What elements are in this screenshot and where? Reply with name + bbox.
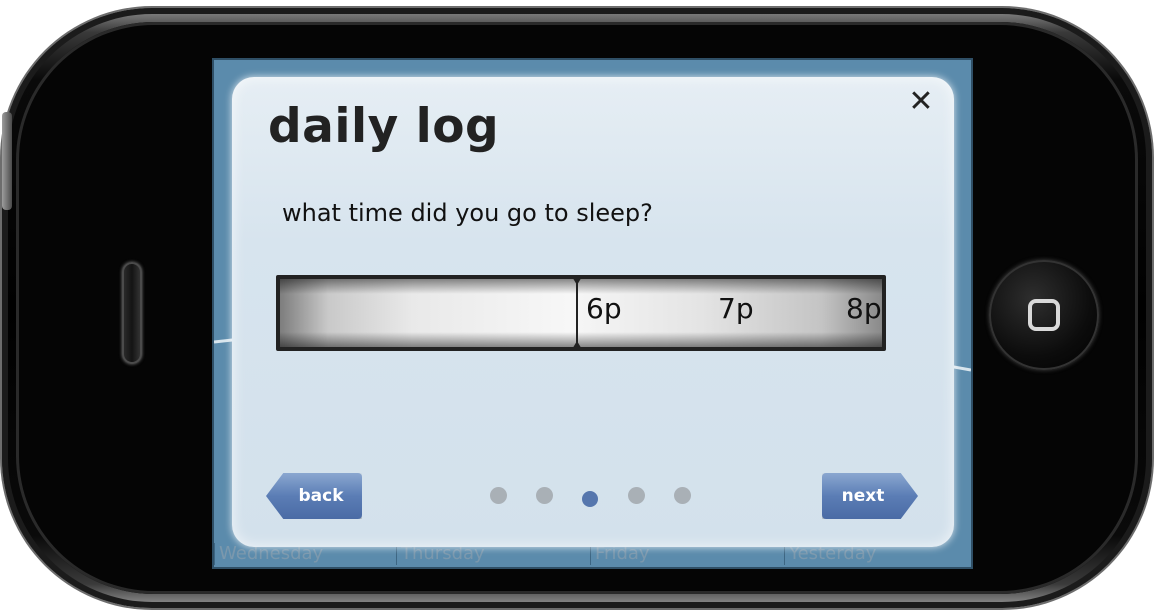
home-button[interactable]	[989, 260, 1099, 370]
indicator-bottom-arrow-icon	[571, 341, 583, 351]
picker-scroll-wheel[interactable]: 6p 7p 8p	[280, 279, 882, 347]
picker-tick-label: 7p	[718, 292, 754, 325]
page-dot[interactable]	[536, 487, 553, 504]
close-icon[interactable]: ✕	[906, 87, 936, 117]
indicator-top-arrow-icon	[571, 275, 583, 285]
next-button[interactable]: next	[822, 473, 918, 519]
sleep-time-picker[interactable]: 6p 7p 8p	[276, 275, 886, 351]
sleep-question: what time did you go to sleep?	[282, 199, 653, 227]
earpiece-speaker	[122, 262, 142, 364]
home-button-icon	[1028, 299, 1060, 331]
page-dot[interactable]	[490, 487, 507, 504]
dialog-title: daily log	[268, 99, 500, 154]
phone-screen: Wednesday Thursday Friday Yesterday dail…	[212, 58, 973, 569]
page-dot-active[interactable]	[582, 491, 598, 507]
picker-tick-label: 8p	[846, 292, 882, 325]
page-dot[interactable]	[674, 487, 691, 504]
page-indicator	[490, 487, 700, 507]
back-button[interactable]: back	[266, 473, 362, 519]
daily-log-dialog: daily log ✕ what time did you go to slee…	[232, 77, 954, 547]
volume-button[interactable]	[2, 112, 12, 210]
page-dot[interactable]	[628, 487, 645, 504]
picker-tick-label: 6p	[586, 292, 622, 325]
picker-selection-indicator	[576, 275, 578, 351]
